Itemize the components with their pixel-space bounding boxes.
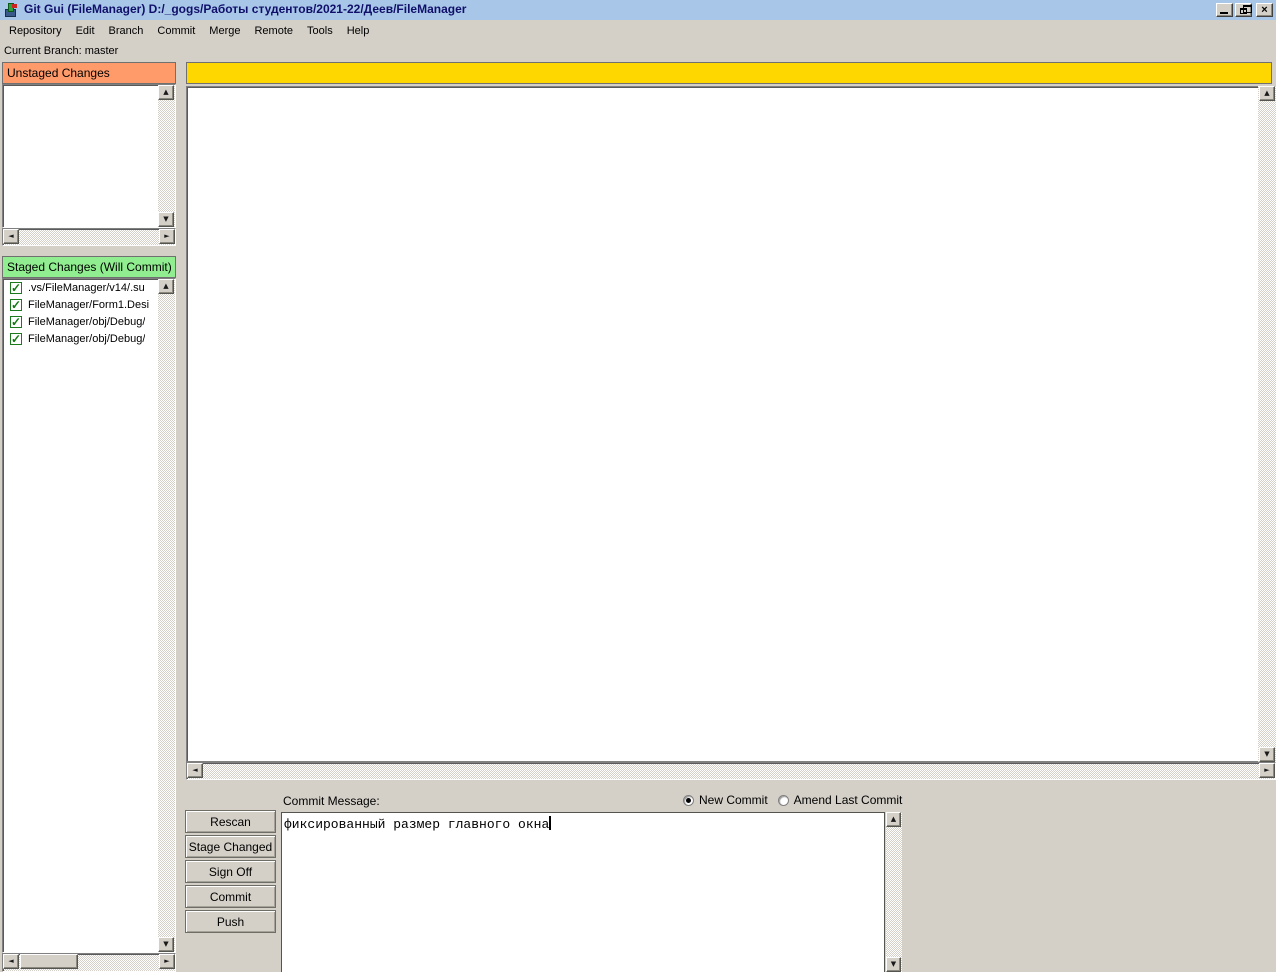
restore-icon[interactable] xyxy=(1235,3,1252,17)
amend-last-commit-radio-label: Amend Last Commit xyxy=(794,793,903,807)
scroll-up-icon[interactable]: ▲ xyxy=(886,812,901,827)
staged-file-name[interactable]: FileManager/obj/Debug/ xyxy=(28,316,145,328)
scroll-down-icon[interactable]: ▼ xyxy=(158,937,174,952)
commit-message-label: Commit Message: xyxy=(283,794,380,808)
scroll-up-icon[interactable]: ▲ xyxy=(1259,86,1275,101)
scroll-right-icon[interactable]: ► xyxy=(1259,763,1275,778)
staged-vertical-scrollbar[interactable]: ▲ ▼ xyxy=(158,279,175,952)
menu-remote[interactable]: Remote xyxy=(247,23,300,39)
menu-bar: Repository Edit Branch Commit Merge Remo… xyxy=(0,20,1276,42)
unstaged-horizontal-scrollbar[interactable]: ◄ ► xyxy=(2,228,176,246)
radio-circle-icon[interactable] xyxy=(778,795,789,806)
commit-button[interactable]: Commit xyxy=(185,885,276,908)
staged-file-row[interactable]: ✓ FileManager/obj/Debug/ xyxy=(3,313,159,330)
staged-file-row[interactable]: ✓ FileManager/obj/Debug/ xyxy=(3,330,159,347)
staged-checkbox-icon[interactable]: ✓ xyxy=(10,299,22,311)
close-icon[interactable]: × xyxy=(1256,3,1273,17)
staged-file-name[interactable]: FileManager/obj/Debug/ xyxy=(28,333,145,345)
title-bar: Git Gui (FileManager) D:/_gogs/Работы ст… xyxy=(0,0,1276,20)
menu-commit[interactable]: Commit xyxy=(150,23,202,39)
staged-checkbox-icon[interactable]: ✓ xyxy=(10,282,22,294)
commit-message-vertical-scrollbar[interactable]: ▲ ▼ xyxy=(886,812,902,972)
unstaged-changes-header: Unstaged Changes xyxy=(2,62,176,84)
scroll-right-icon[interactable]: ► xyxy=(159,954,175,969)
unstaged-vertical-scrollbar[interactable]: ▲ ▼ xyxy=(158,85,175,227)
staged-file-row[interactable]: ✓ FileManager/Form1.Desi xyxy=(3,296,159,313)
staged-checkbox-icon[interactable]: ✓ xyxy=(10,333,22,345)
menu-merge[interactable]: Merge xyxy=(202,23,247,39)
radio-circle-icon[interactable] xyxy=(683,795,694,806)
diff-vertical-scrollbar[interactable]: ▲ ▼ xyxy=(1258,86,1276,762)
commit-message-textarea[interactable]: фиксированный размер главного окна xyxy=(281,812,885,972)
stage-changed-button[interactable]: Stage Changed xyxy=(185,835,276,858)
push-button[interactable]: Push xyxy=(185,910,276,933)
scroll-up-icon[interactable]: ▲ xyxy=(158,85,174,100)
commit-message-text: фиксированный размер главного окна xyxy=(284,817,549,832)
new-commit-radio[interactable]: New Commit xyxy=(683,793,768,807)
menu-edit[interactable]: Edit xyxy=(69,23,102,39)
diff-horizontal-scrollbar[interactable]: ◄ ► xyxy=(186,762,1276,780)
staged-file-row[interactable]: ✓ .vs/FileManager/v14/.su xyxy=(3,279,159,296)
staged-file-name[interactable]: FileManager/Form1.Desi xyxy=(28,299,149,311)
menu-branch[interactable]: Branch xyxy=(102,23,151,39)
scroll-left-icon[interactable]: ◄ xyxy=(3,229,19,244)
current-branch-label: Current Branch: master xyxy=(4,45,118,57)
rescan-button[interactable]: Rescan xyxy=(185,810,276,833)
menu-help[interactable]: Help xyxy=(340,23,377,39)
staged-changes-header: Staged Changes (Will Commit) xyxy=(2,256,176,278)
scroll-down-icon[interactable]: ▼ xyxy=(886,957,901,972)
scroll-up-icon[interactable]: ▲ xyxy=(158,279,174,294)
staged-file-list[interactable]: ✓ .vs/FileManager/v14/.su ✓ FileManager/… xyxy=(2,278,176,953)
scroll-down-icon[interactable]: ▼ xyxy=(158,212,174,227)
window-title: Git Gui (FileManager) D:/_gogs/Работы ст… xyxy=(24,2,466,16)
scroll-left-icon[interactable]: ◄ xyxy=(187,763,203,778)
staged-horizontal-scrollbar[interactable]: ◄ ► xyxy=(2,953,176,972)
unstaged-file-list[interactable]: ▲ ▼ xyxy=(2,84,176,228)
scrollbar-thumb[interactable] xyxy=(20,954,78,969)
sign-off-button[interactable]: Sign Off xyxy=(185,860,276,883)
staged-checkbox-icon[interactable]: ✓ xyxy=(10,316,22,328)
minimize-icon[interactable] xyxy=(1216,3,1233,17)
staged-file-name[interactable]: .vs/FileManager/v14/.su xyxy=(28,282,145,294)
new-commit-radio-label: New Commit xyxy=(699,793,768,807)
menu-repository[interactable]: Repository xyxy=(2,23,69,39)
amend-last-commit-radio[interactable]: Amend Last Commit xyxy=(778,793,903,807)
scroll-down-icon[interactable]: ▼ xyxy=(1259,747,1275,762)
diff-content-area[interactable] xyxy=(186,86,1258,762)
text-cursor xyxy=(549,816,551,830)
scroll-right-icon[interactable]: ► xyxy=(159,229,175,244)
git-gui-app-icon xyxy=(4,3,18,17)
commit-type-radios: New Commit Amend Last Commit xyxy=(683,793,912,807)
diff-header-bar xyxy=(186,62,1272,84)
menu-tools[interactable]: Tools xyxy=(300,23,340,39)
git-gui-window: Git Gui (FileManager) D:/_gogs/Работы ст… xyxy=(0,0,1276,972)
scroll-left-icon[interactable]: ◄ xyxy=(3,954,19,969)
